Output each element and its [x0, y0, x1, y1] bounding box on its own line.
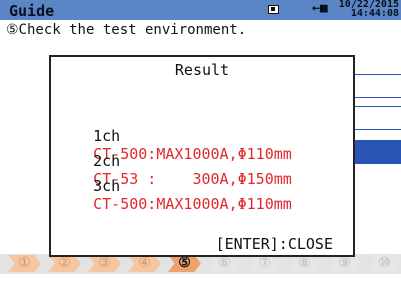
sensor-value: CT-500:MAX1000A,Φ110mm — [93, 195, 292, 213]
screen-title: Guide — [9, 2, 55, 20]
datetime: 10/22/2015 14:44:08 — [339, 0, 399, 19]
title-bar: Guide ←■ 10/22/2015 14:44:08 — [0, 0, 401, 20]
channel-row-3: 3ch CT-500:MAX1000A,Φ110mm — [57, 159, 292, 231]
close-hint[interactable]: [ENTER]:CLOSE — [216, 235, 333, 253]
result-dialog: Result 1ch CT-500:MAX1000A,Φ110mm 2ch CT… — [49, 55, 355, 257]
time-text: 14:44:08 — [350, 8, 399, 19]
channel-label: 3ch — [93, 177, 121, 195]
battery-icon — [268, 5, 279, 14]
dialog-title: Result — [174, 61, 230, 79]
instruction-text: ⑤Check the test environment. — [6, 22, 247, 38]
ac-power-icon: ←■ — [312, 1, 328, 16]
